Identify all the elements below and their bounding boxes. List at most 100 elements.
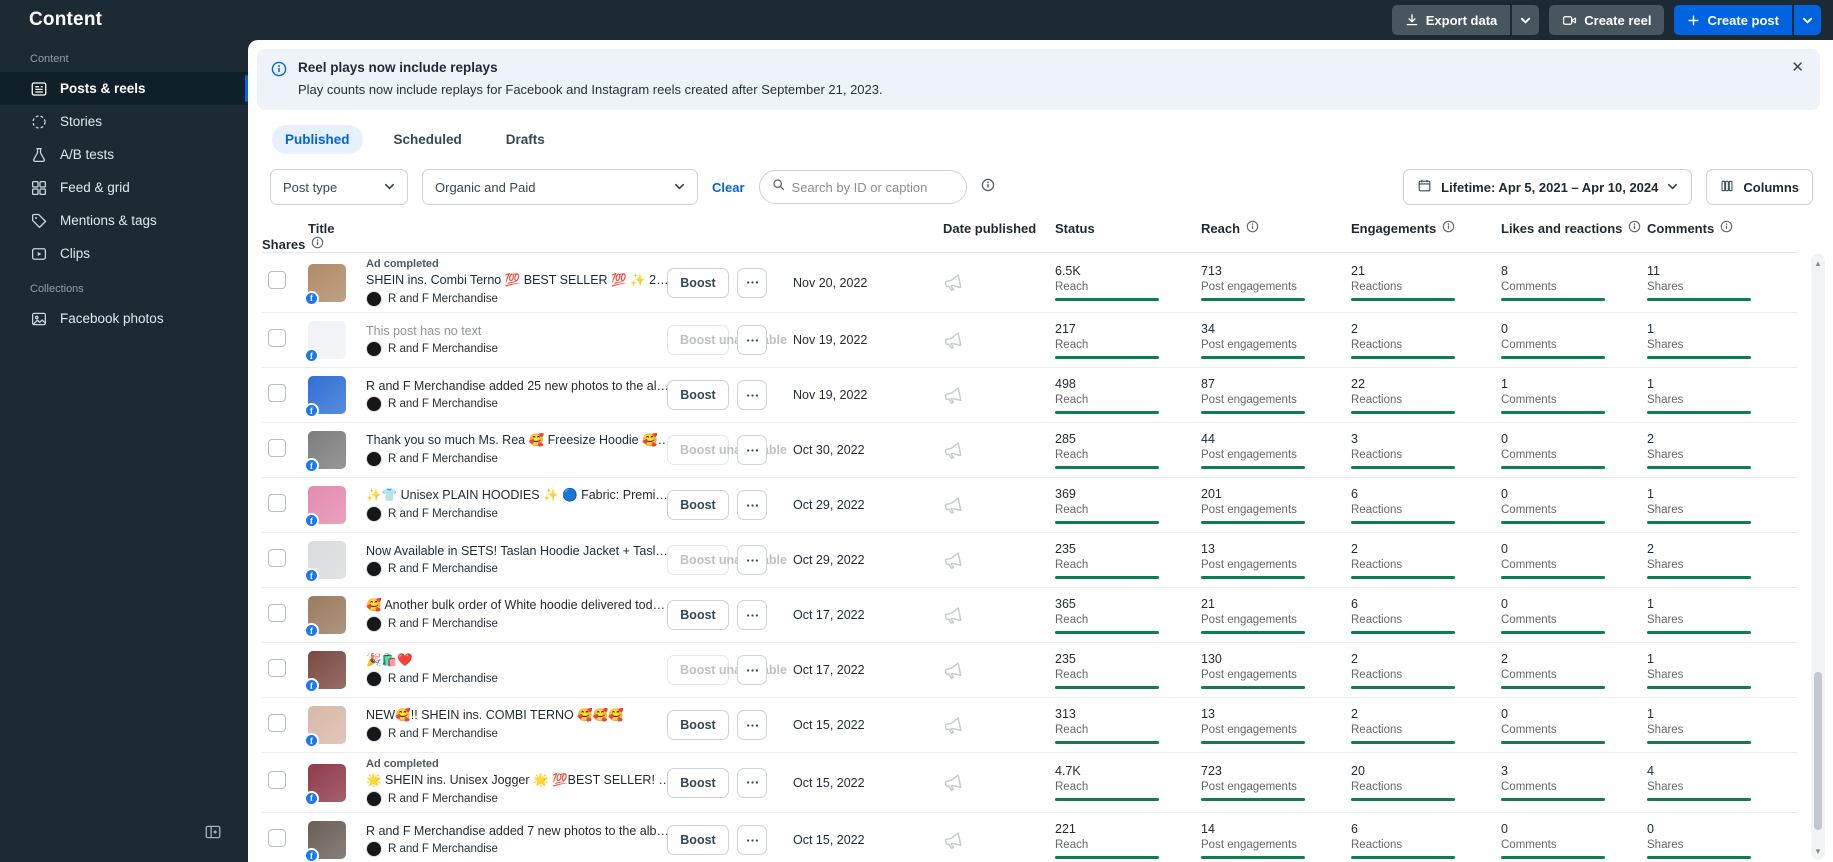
post-title[interactable]: 🎉🛍️❤️ [366, 653, 671, 668]
info-icon[interactable] [311, 236, 324, 252]
boost-button[interactable]: Boost [667, 600, 729, 630]
post-title[interactable]: 🥰 Another bulk order of White hoodie del… [366, 598, 671, 613]
post-thumbnail: f [304, 651, 346, 693]
scroll-up-arrow[interactable]: ▲ [1811, 256, 1825, 270]
post-title[interactable]: NEW🥰!! SHEIN ins. COMBI TERNO 🥰🥰🥰 [366, 708, 671, 723]
row-checkbox[interactable] [268, 438, 286, 457]
more-options-button[interactable] [737, 600, 767, 630]
date-published: Nov 19, 2022 [793, 388, 868, 402]
engagements-cell: 13 Post engagements [1201, 542, 1351, 579]
sidebar-item-mentions-tags[interactable]: Mentions & tags [0, 204, 248, 237]
boost-button[interactable]: Boost [667, 267, 729, 298]
chevron-down-icon [384, 180, 395, 195]
banner-close-button[interactable]: ✕ [1791, 60, 1804, 75]
row-checkbox[interactable] [268, 271, 286, 289]
create-post-caret-button[interactable] [1794, 5, 1821, 35]
info-icon[interactable] [1628, 220, 1641, 236]
boost-button: Boost unavailable [667, 545, 787, 575]
export-data-caret-button[interactable] [1512, 5, 1540, 35]
search-input[interactable] [791, 179, 954, 195]
vertical-scrollbar[interactable]: ▲ ▼ [1811, 254, 1825, 860]
sidebar-nav: Content Posts & reels Stories A/B tests Feed… [0, 40, 248, 335]
more-options-button[interactable] [737, 380, 767, 410]
export-data-button[interactable]: Export data [1391, 5, 1511, 35]
more-options-button[interactable] [737, 435, 767, 465]
row-checkbox[interactable] [268, 658, 286, 677]
author-line: R and F Merchandise [366, 451, 671, 467]
benchmark-bar [1647, 685, 1751, 689]
date-published: Nov 19, 2022 [793, 333, 868, 347]
benchmark-bar [1501, 410, 1605, 414]
date-range-button[interactable]: Lifetime: Apr 5, 2021 – Apr 10, 2024 [1403, 169, 1693, 205]
row-checkbox[interactable] [268, 383, 286, 402]
row-checkbox[interactable] [268, 493, 286, 512]
info-icon[interactable] [1246, 220, 1259, 236]
row-checkbox[interactable] [268, 713, 286, 732]
row-checkbox[interactable] [268, 328, 286, 347]
more-options-button[interactable] [737, 825, 767, 855]
post-title[interactable]: 🌟 SHEIN ins. Unisex Jogger 🌟 💯BEST SELLE… [366, 773, 671, 788]
author-line: R and F Merchandise [366, 560, 671, 577]
reach-cell: 217 Reach [1055, 322, 1201, 359]
facebook-badge-icon: f [304, 678, 319, 693]
row-checkbox[interactable] [268, 828, 286, 847]
sidebar-item-facebook-photos[interactable]: Facebook photos [0, 302, 248, 335]
more-options-button[interactable] [737, 325, 767, 355]
row-checkbox[interactable] [268, 771, 286, 789]
info-icon[interactable] [1720, 220, 1733, 236]
more-options-button[interactable] [737, 710, 767, 740]
create-post-button[interactable]: Create post [1674, 5, 1792, 35]
comments-cell: 0 Comments [1501, 707, 1647, 744]
sidebar-item-feed-grid[interactable]: Feed & grid [0, 171, 248, 204]
page-avatar [366, 616, 382, 632]
reach-cell: 6.5K Reach [1055, 264, 1201, 301]
post-title[interactable]: Now Available in SETS! Taslan Hoodie Jac… [366, 544, 671, 558]
more-options-button[interactable] [737, 545, 767, 575]
post-type-select[interactable]: Post type [270, 169, 408, 205]
post-title[interactable]: R and F Merchandise added 25 new photos … [366, 379, 671, 393]
boost-button[interactable]: Boost [667, 767, 729, 798]
date-published: Oct 15, 2022 [793, 775, 865, 790]
audience-select[interactable]: Organic and Paid [422, 169, 698, 205]
more-options-button[interactable] [737, 767, 767, 798]
megaphone-icon [943, 830, 1055, 851]
columns-button[interactable]: Columns [1706, 169, 1813, 205]
benchmark-bar [1201, 740, 1305, 744]
create-reel-button[interactable]: Create reel [1549, 5, 1665, 35]
info-icon[interactable] [1442, 220, 1455, 236]
row-checkbox[interactable] [268, 603, 286, 622]
boost-button[interactable]: Boost [667, 380, 729, 410]
boost-button[interactable]: Boost [667, 490, 729, 520]
row-checkbox[interactable] [268, 548, 286, 567]
more-options-button[interactable] [737, 490, 767, 520]
post-title[interactable]: Thank you so much Ms. Rea 🥰 Freesize Hoo… [366, 433, 671, 448]
clear-filters-link[interactable]: Clear [712, 180, 745, 195]
more-options-button[interactable] [737, 655, 767, 685]
post-title[interactable]: R and F Merchandise added 7 new photos t… [366, 824, 671, 838]
tab-drafts[interactable]: Drafts [493, 125, 558, 154]
sidebar-item-clips[interactable]: Clips [0, 237, 248, 270]
mentions-tags-icon [30, 212, 48, 230]
more-options-button[interactable] [737, 267, 767, 298]
sidebar-item-a-b-tests[interactable]: A/B tests [0, 138, 248, 171]
shares-cell: 4 Shares [1647, 764, 1797, 801]
sidebar-item-posts-reels[interactable]: Posts & reels [0, 72, 248, 105]
benchmark-bar [1201, 465, 1305, 469]
collapse-sidebar-button[interactable] [202, 822, 224, 844]
tab-published[interactable]: Published [272, 125, 363, 154]
scroll-down-arrow[interactable]: ▼ [1811, 844, 1825, 858]
tab-scheduled[interactable]: Scheduled [381, 125, 475, 154]
scrollbar-thumb[interactable] [1814, 672, 1822, 830]
author-line: R and F Merchandise [366, 340, 671, 357]
post-title[interactable]: SHEIN ins. Combi Terno 💯 BEST SELLER 💯 ✨… [366, 273, 671, 288]
date-published: Nov 20, 2022 [793, 275, 868, 290]
post-title[interactable]: This post has no text [366, 324, 671, 338]
likes-cell: 2 Reactions [1351, 542, 1501, 579]
post-title[interactable]: ✨👕 Unisex PLAIN HOODIES ✨ 🔵 Fabric: Prem… [366, 488, 671, 503]
likes-cell: 2 Reactions [1351, 652, 1501, 689]
sidebar-item-stories[interactable]: Stories [0, 105, 248, 138]
date-published: Oct 17, 2022 [793, 663, 865, 677]
boost-button[interactable]: Boost [667, 710, 729, 740]
boost-button[interactable]: Boost [667, 825, 729, 855]
search-info-icon[interactable] [981, 178, 995, 197]
